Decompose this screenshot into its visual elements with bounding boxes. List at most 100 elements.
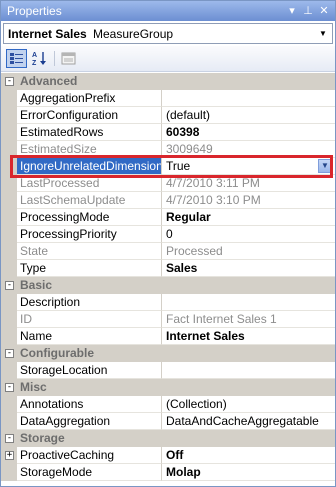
property-value[interactable] [162,90,335,107]
property-row-estimated-size[interactable]: EstimatedSize 3009649 [1,141,335,158]
property-name: DataAggregation [17,413,162,430]
property-name: State [17,243,162,260]
category-misc[interactable]: - Misc [1,379,335,396]
property-row-state[interactable]: State Processed [1,243,335,260]
pin-button[interactable]: ⊥ [301,4,315,18]
property-row-description[interactable]: Description [1,294,335,311]
property-name: Name [17,328,162,345]
row-gutter [1,158,17,175]
property-row-aggregation-prefix[interactable]: AggregationPrefix [1,90,335,107]
row-gutter [1,124,17,141]
collapse-icon[interactable]: - [5,281,14,290]
property-grid: - Advanced AggregationPrefix ErrorConfig… [1,73,335,481]
svg-text:A: A [32,52,37,59]
property-value[interactable]: Molap [162,464,335,481]
property-row-error-configuration[interactable]: ErrorConfiguration (default) [1,107,335,124]
row-gutter [1,192,17,209]
property-row-estimated-rows[interactable]: EstimatedRows 60398 [1,124,335,141]
row-gutter [1,294,17,311]
window-menu-dropdown-button[interactable]: ▾ [285,4,299,18]
property-value[interactable]: 60398 [162,124,335,141]
category-storage[interactable]: - Storage [1,430,335,447]
expand-icon[interactable]: + [5,451,14,460]
property-row-storage-location[interactable]: StorageLocation [1,362,335,379]
property-name: ErrorConfiguration [17,107,162,124]
collapse-icon[interactable]: - [5,434,14,443]
property-value[interactable]: DataAndCacheAggregatable [162,413,335,430]
property-name: EstimatedSize [17,141,162,158]
property-name: Description [17,294,162,311]
property-name: AggregationPrefix [17,90,162,107]
property-pages-button[interactable] [58,49,79,68]
object-selector[interactable]: Internet Sales MeasureGroup ▼ [3,23,333,44]
row-gutter [1,464,17,481]
category-advanced[interactable]: - Advanced [1,73,335,90]
collapse-icon[interactable]: - [5,77,14,86]
property-name: ProcessingMode [17,209,162,226]
property-name: ProactiveCaching [17,447,162,464]
property-row-last-schema-update[interactable]: LastSchemaUpdate 4/7/2010 3:10 PM [1,192,335,209]
row-gutter [1,175,17,192]
property-value[interactable]: Regular [162,209,335,226]
property-row-id[interactable]: ID Fact Internet Sales 1 [1,311,335,328]
property-row-type[interactable]: Type Sales [1,260,335,277]
property-row-proactive-caching[interactable]: + ProactiveCaching Off [1,447,335,464]
property-value[interactable]: (default) [162,107,335,124]
property-value: 4/7/2010 3:11 PM [162,175,335,192]
row-gutter [1,90,17,107]
row-gutter [1,396,17,413]
property-row-name[interactable]: Name Internet Sales [1,328,335,345]
row-gutter [1,328,17,345]
property-value-dropdown[interactable]: True [162,158,335,175]
title-bar[interactable]: Properties ▾ ⊥ ✕ [1,1,335,21]
category-label: Configurable [20,346,94,360]
property-row-annotations[interactable]: Annotations (Collection) [1,396,335,413]
property-row-ignore-unrelated-dimensions[interactable]: IgnoreUnrelatedDimensions True ▼ [1,158,335,175]
row-gutter [1,243,17,260]
property-value[interactable]: (Collection) [162,396,335,413]
property-row-processing-mode[interactable]: ProcessingMode Regular [1,209,335,226]
chevron-down-icon[interactable]: ▼ [316,25,330,42]
property-name: IgnoreUnrelatedDimensions [17,158,162,175]
svg-text:Z: Z [32,60,37,67]
row-gutter [1,260,17,277]
properties-window: Properties ▾ ⊥ ✕ Internet Sales MeasureG… [0,0,336,487]
row-gutter [1,362,17,379]
property-value[interactable]: Internet Sales [162,328,335,345]
category-basic[interactable]: - Basic [1,277,335,294]
property-row-data-aggregation[interactable]: DataAggregation DataAndCacheAggregatable [1,413,335,430]
property-name: StorageMode [17,464,162,481]
property-value[interactable] [162,294,335,311]
chevron-down-icon[interactable]: ▼ [318,159,332,173]
property-pages-icon [61,52,76,65]
collapse-icon[interactable]: - [5,349,14,358]
category-label: Storage [20,431,65,445]
row-gutter [1,141,17,158]
property-name: Type [17,260,162,277]
property-value[interactable]: 0 [162,226,335,243]
property-row-storage-mode[interactable]: StorageMode Molap [1,464,335,481]
property-name: EstimatedRows [17,124,162,141]
close-button[interactable]: ✕ [317,4,331,18]
property-row-processing-priority[interactable]: ProcessingPriority 0 [1,226,335,243]
property-name: Annotations [17,396,162,413]
alphabetical-icon: A Z [32,52,46,67]
row-gutter [1,209,17,226]
property-row-last-processed[interactable]: LastProcessed 4/7/2010 3:11 PM [1,175,335,192]
property-name: ProcessingPriority [17,226,162,243]
alphabetical-button[interactable]: A Z [30,49,51,68]
property-value[interactable] [162,362,335,379]
toolbar-separator [54,51,55,66]
row-gutter [1,413,17,430]
property-name: LastProcessed [17,175,162,192]
categorized-button[interactable] [6,49,27,68]
category-configurable[interactable]: - Configurable [1,345,335,362]
property-value[interactable]: Sales [162,260,335,277]
category-label: Basic [20,278,53,292]
object-name: Internet Sales [8,27,87,41]
property-name: ID [17,311,162,328]
property-name: LastSchemaUpdate [17,192,162,209]
categorized-icon [10,53,23,64]
collapse-icon[interactable]: - [5,383,14,392]
property-value[interactable]: Off [162,447,335,464]
